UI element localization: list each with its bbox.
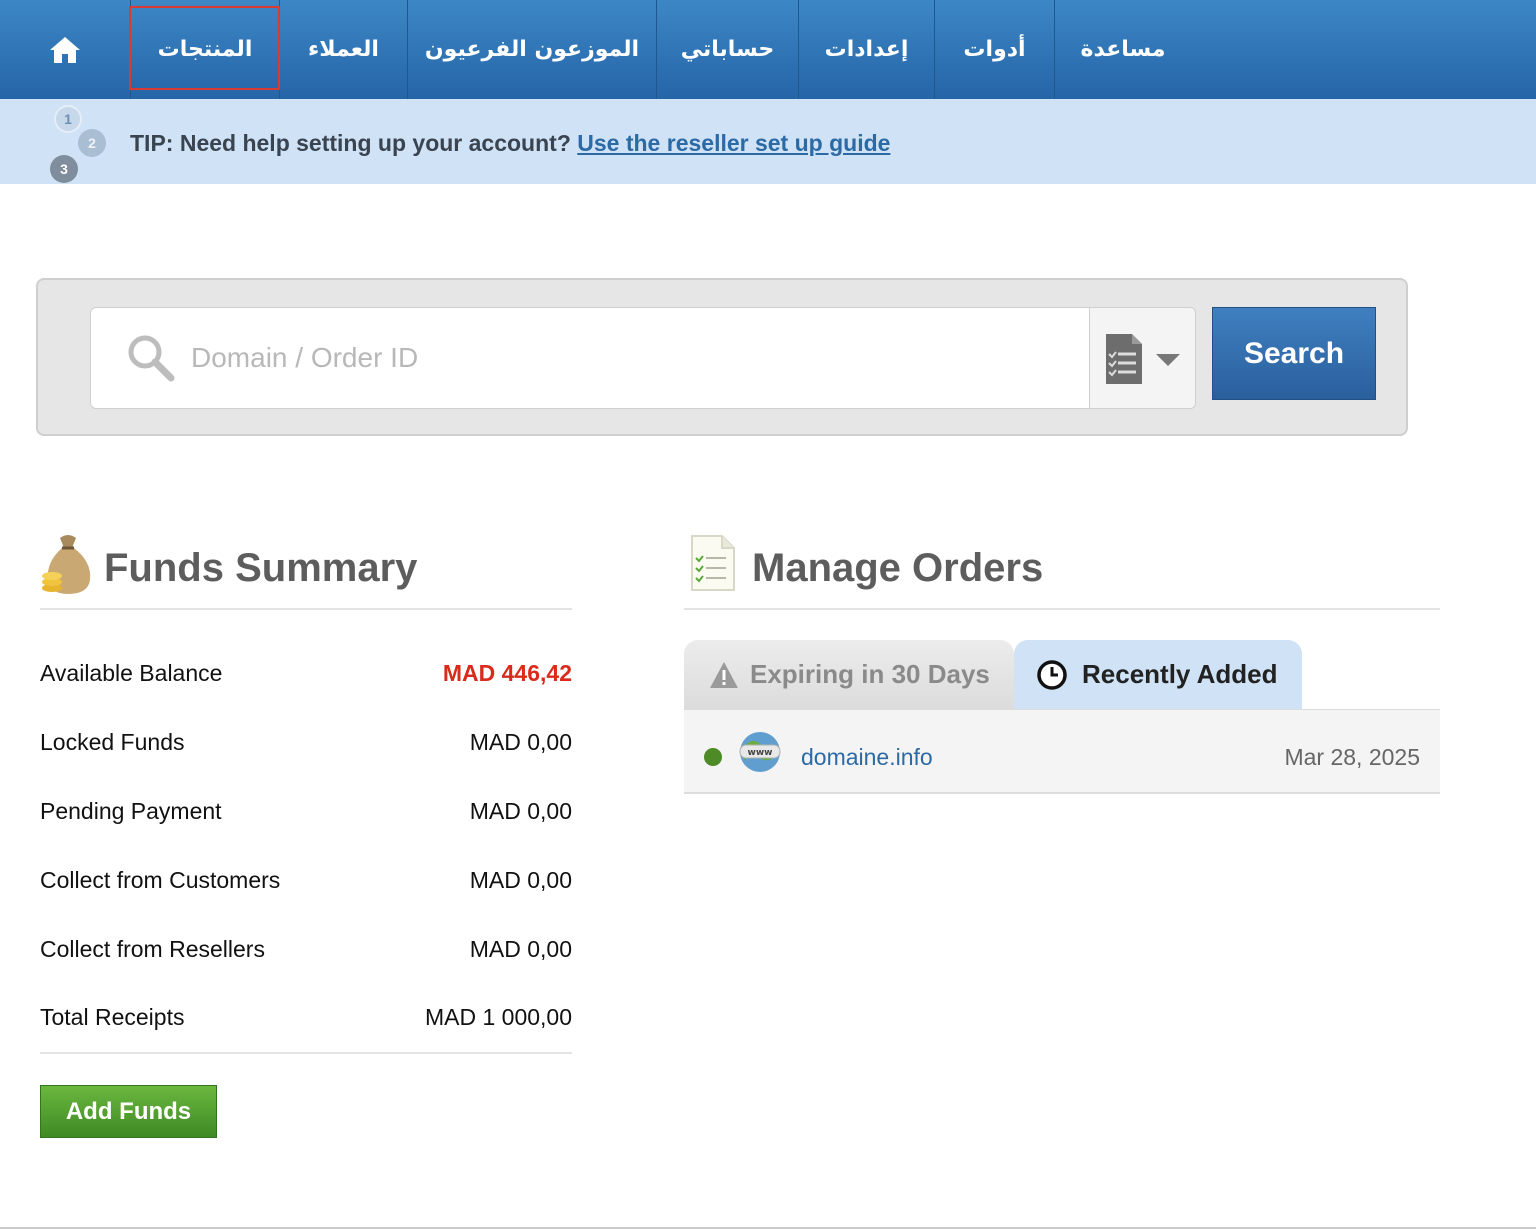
orders-list: www domaine.info Mar 28, 2025 (684, 709, 1440, 794)
divider (40, 1052, 572, 1054)
tab-recently-added[interactable]: Recently Added (1014, 640, 1302, 709)
funds-row-available-balance: Available Balance MAD 446,42 (40, 660, 572, 686)
search-input[interactable] (191, 334, 1071, 382)
available-balance-value: MAD 446,42 (442, 660, 572, 686)
divider (0, 1227, 1536, 1229)
chevron-down-icon (1156, 354, 1180, 366)
add-funds-button[interactable]: Add Funds (40, 1085, 217, 1138)
nav-item-customers[interactable]: العملاء (280, 0, 408, 99)
home-button[interactable] (0, 0, 130, 99)
search-button[interactable]: Search (1212, 307, 1376, 400)
orders-tabs: Expiring in 30 Days Recently Added (684, 640, 1440, 710)
nav-item-products[interactable]: المنتجات (129, 0, 280, 99)
search-panel: Search (36, 278, 1408, 436)
manage-orders-header: Manage Orders (684, 530, 1440, 610)
nav-item-tools[interactable]: أدوات (935, 0, 1055, 99)
manage-orders-title: Manage Orders (752, 546, 1044, 590)
search-type-dropdown[interactable] (1089, 308, 1195, 408)
document-list-icon (1106, 334, 1142, 384)
funds-row-pending-payment: Pending Payment MAD 0,00 (40, 798, 572, 824)
nav-item-help[interactable]: مساعدة (1055, 0, 1191, 99)
home-icon (50, 36, 80, 63)
steps-icon: 1 2 3 (48, 105, 112, 183)
nav-item-sub-resellers[interactable]: الموزعون الفرعيون (408, 0, 657, 99)
order-date: Mar 28, 2025 (1284, 744, 1420, 770)
globe-www-icon: www (739, 732, 781, 772)
funds-summary-title: Funds Summary (104, 546, 418, 590)
search-field (90, 307, 1196, 409)
clock-icon (1037, 659, 1067, 690)
nav-item-settings[interactable]: إعدادات (799, 0, 935, 99)
order-document-icon (691, 535, 735, 591)
funds-row-total-receipts: Total Receipts MAD 1 000,00 (40, 1004, 572, 1030)
funds-row-collect-customers: Collect from Customers MAD 0,00 (40, 867, 572, 893)
setup-guide-link[interactable]: Use the reseller set up guide (577, 130, 890, 156)
order-domain-link[interactable]: domaine.info (801, 744, 933, 771)
funds-row-locked-funds: Locked Funds MAD 0,00 (40, 729, 572, 755)
money-bag-icon (42, 535, 91, 594)
tab-expiring[interactable]: Expiring in 30 Days (684, 640, 1014, 709)
svg-text:www: www (748, 748, 773, 758)
warning-icon (710, 661, 738, 688)
funds-summary-header: Funds Summary (40, 530, 572, 610)
top-nav: المنتجات العملاء الموزعون الفرعيون حسابا… (0, 0, 1536, 99)
funds-row-collect-resellers: Collect from Resellers MAD 0,00 (40, 936, 572, 962)
nav-item-my-accounts[interactable]: حساباتي (657, 0, 799, 99)
tip-text: TIP: Need help setting up your account? … (130, 130, 891, 156)
status-dot (704, 748, 722, 766)
search-icon (128, 335, 175, 382)
